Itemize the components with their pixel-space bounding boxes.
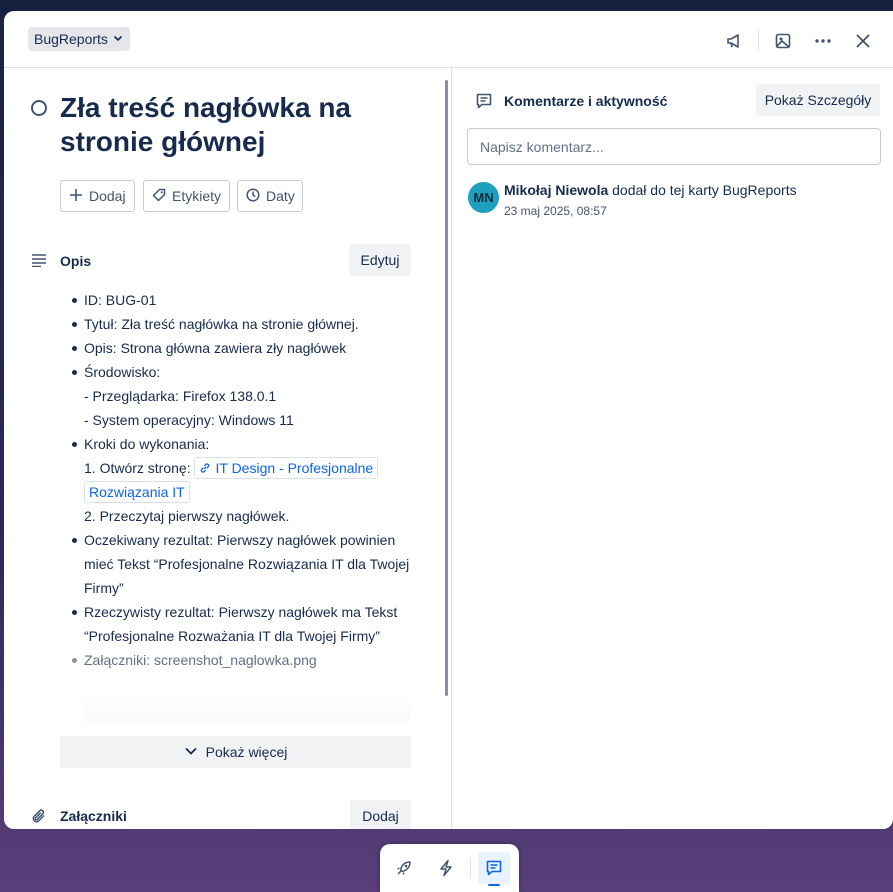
- dock-separator: [470, 858, 471, 878]
- modal-header: BugReports: [4, 11, 893, 68]
- activity-action: dodał do tej karty BugReports: [612, 182, 797, 198]
- list-item: Oczekiwany rezultat: Pierwszy nagłówek p…: [70, 528, 415, 600]
- bottom-dock: [380, 844, 519, 892]
- show-details-button[interactable]: Pokaż Szczegóły: [756, 84, 880, 116]
- activity-entry: Mikołaj Niewola dodał do tej karty BugRe…: [504, 182, 797, 198]
- attachments-heading: Załączniki: [60, 808, 127, 824]
- close-icon[interactable]: [849, 27, 877, 55]
- dates-button[interactable]: Daty: [237, 180, 303, 212]
- show-more-label: Pokaż więcej: [205, 744, 288, 760]
- labels-button[interactable]: Etykiety: [143, 180, 230, 212]
- step-1: 1. Otwórz stronę: IT Design - Profesjona…: [84, 456, 415, 504]
- environment-browser: - Przeglądarka: Firefox 138.0.1: [84, 388, 277, 404]
- list-item: ID: BUG-01: [70, 288, 415, 312]
- card-detail-modal: BugReports Zła treść nagłówka na stronie…: [4, 11, 893, 829]
- list-item: Kroki do wykonania: 1. Otwórz stronę: IT…: [70, 432, 415, 528]
- paperclip-icon: [31, 808, 47, 829]
- dates-button-label: Daty: [266, 188, 295, 204]
- lightning-icon[interactable]: [430, 852, 462, 884]
- clock-icon: [246, 187, 260, 205]
- activity-timestamp[interactable]: 23 maj 2025, 08:57: [504, 204, 607, 218]
- chevron-down-icon: [184, 744, 198, 761]
- more-options-icon[interactable]: [809, 27, 837, 55]
- list-item: Tytuł: Zła treść nagłówka na stronie głó…: [70, 312, 415, 336]
- list-item: Załączniki: screenshot_naglowka.png: [70, 648, 415, 672]
- link-icon: [201, 463, 210, 473]
- edit-description-button[interactable]: Edytuj: [349, 244, 411, 276]
- description-fade: [84, 695, 411, 721]
- active-indicator: [488, 884, 500, 886]
- add-attachment-button[interactable]: Dodaj: [350, 800, 411, 829]
- comment-input[interactable]: Napisz komentarz...: [467, 128, 881, 165]
- cover-image-icon[interactable]: [769, 27, 797, 55]
- environment-heading: Środowisko:: [84, 364, 161, 380]
- avatar[interactable]: MN: [468, 182, 499, 213]
- labels-button-label: Etykiety: [172, 188, 222, 204]
- show-more-button[interactable]: Pokaż więcej: [60, 736, 411, 768]
- tag-icon: [152, 188, 166, 205]
- step-1-prefix: 1. Otwórz stronę:: [84, 460, 191, 476]
- comment-icon: [475, 92, 493, 115]
- list-selector[interactable]: BugReports: [28, 27, 130, 51]
- scrollbar[interactable]: [445, 80, 448, 696]
- activity-user[interactable]: Mikołaj Niewola: [504, 182, 608, 198]
- description-content: ID: BUG-01 Tytuł: Zła treść nagłówka na …: [70, 288, 415, 672]
- list-name: BugReports: [34, 31, 108, 47]
- header-separator: [758, 29, 759, 51]
- activity-heading: Komentarze i aktywność: [504, 93, 668, 109]
- rocket-icon[interactable]: [388, 852, 420, 884]
- pane-divider: [451, 68, 452, 829]
- environment-os: - System operacyjny: Windows 11: [84, 412, 294, 428]
- list-item: Opis: Strona główna zawiera zły nagłówek: [70, 336, 415, 360]
- description-heading: Opis: [60, 253, 92, 269]
- list-item: Środowisko: - Przeglądarka: Firefox 138.…: [70, 360, 415, 432]
- card-title[interactable]: Zła treść nagłówka na stronie głównej: [60, 91, 400, 159]
- step-2: 2. Przeczytaj pierwszy nagłówek.: [84, 508, 290, 524]
- add-button[interactable]: Dodaj: [60, 180, 135, 212]
- chevron-down-icon: [112, 31, 124, 47]
- plus-icon: [69, 188, 83, 205]
- add-button-label: Dodaj: [89, 188, 126, 204]
- steps-heading: Kroki do wykonania:: [84, 436, 210, 452]
- list-item: Rzeczywisty rezultat: Pierwszy nagłówek …: [70, 600, 415, 648]
- comments-panel-icon[interactable]: [478, 852, 510, 886]
- description-icon: [31, 253, 47, 272]
- megaphone-icon[interactable]: [720, 27, 748, 55]
- complete-checkbox[interactable]: [31, 100, 47, 116]
